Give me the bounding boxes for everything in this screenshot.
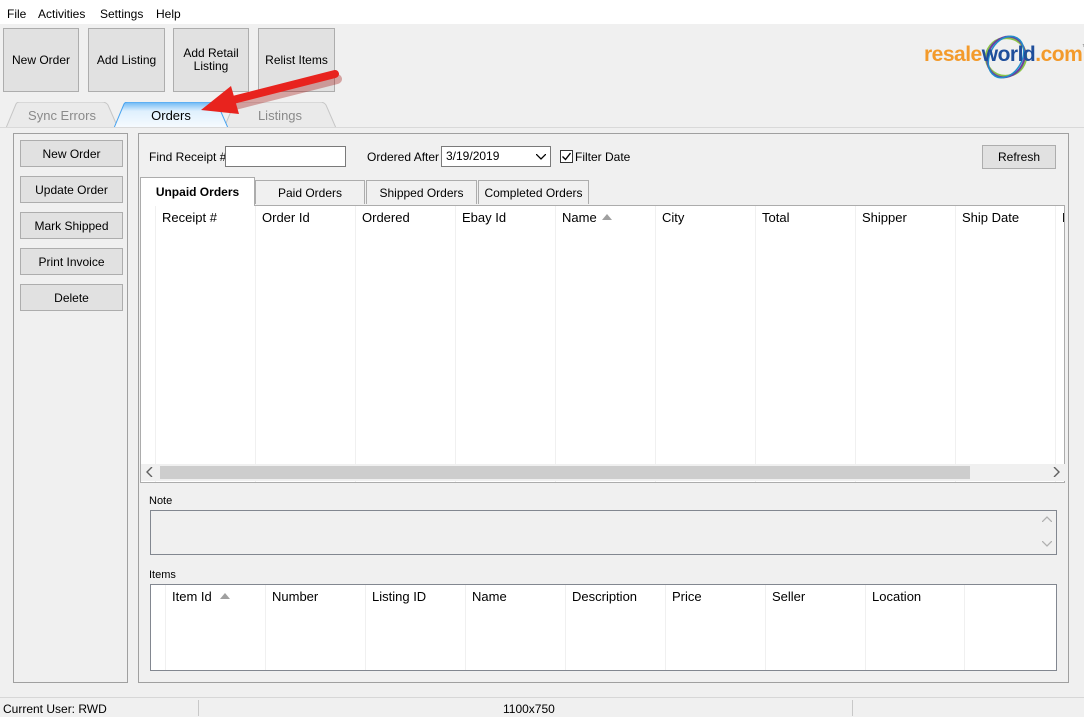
mark-shipped-button[interactable]: Mark Shipped [20,212,123,239]
column-header-e[interactable]: E [1055,206,1064,482]
status-bar: Current User: RWD 1100x750 [0,697,1084,717]
note-label: Note [149,495,173,507]
order-actions-panel: New Order Update Order Mark Shipped Prin… [13,133,128,683]
mark-shipped-button-label: Mark Shipped [34,218,109,233]
orders-grid[interactable]: Receipt # Order Id Ordered Ebay Id Name … [140,205,1065,483]
column-header-price[interactable]: Price [665,585,765,670]
column-header-number[interactable]: Number [265,585,365,670]
tab-completed-orders[interactable]: Completed Orders [478,180,589,204]
scroll-right-icon[interactable] [1052,467,1060,477]
column-header-seller[interactable]: Seller [765,585,865,670]
current-user-status: Current User: RWD [3,702,107,716]
tab-sync-errors[interactable]: Sync Errors [6,102,118,128]
tab-orders-label: Orders [151,107,191,123]
tab-shipped-orders[interactable]: Shipped Orders [366,180,477,204]
delete-button-label: Delete [54,290,89,305]
resaleworld-logo: resaleworld.com™ [924,32,1084,84]
orders-horizontal-scrollbar[interactable] [141,464,1065,481]
scroll-down-icon[interactable] [1042,541,1052,547]
tab-unpaid-orders-label: Unpaid Orders [155,185,240,199]
new-order-toolbar-button[interactable]: New Order [3,28,79,92]
update-order-button-label: Update Order [35,182,108,197]
filter-date-label: Filter Date [575,150,631,164]
delete-button[interactable]: Delete [20,284,123,311]
print-invoice-button-label: Print Invoice [38,254,105,269]
relist-items-toolbar-label: Relist Items [265,52,328,67]
new-order-button[interactable]: New Order [20,140,123,167]
new-order-button-label: New Order [42,146,101,161]
status-separator [198,700,199,716]
window-size-status: 1100x750 [503,702,555,716]
sort-ascending-icon [220,593,230,599]
ordered-after-label: Ordered After [367,150,440,164]
checkmark-icon [562,152,572,161]
column-header-item-name[interactable]: Name [465,585,565,670]
refresh-button[interactable]: Refresh [982,145,1056,169]
red-arrow-annotation [201,70,342,114]
column-header-ordered[interactable]: Ordered [355,206,455,482]
menu-file[interactable]: File [7,7,26,21]
chevron-down-icon[interactable] [536,154,546,160]
column-header-city[interactable]: City [655,206,755,482]
menu-activities[interactable]: Activities [38,7,85,21]
column-header-item-id[interactable]: Item Id [165,585,265,670]
scroll-left-icon[interactable] [146,467,154,477]
column-header-description[interactable]: Description [565,585,665,670]
items-label: Items [149,569,176,581]
new-order-toolbar-label: New Order [11,52,70,67]
ordered-after-value: 3/19/2019 [446,149,500,163]
scroll-up-icon[interactable] [1042,516,1052,522]
tab-completed-orders-label: Completed Orders [484,185,583,200]
update-order-button[interactable]: Update Order [20,176,123,203]
toolbar: New Order Add Listing Add Retail Listing… [0,24,1084,98]
column-header-ship-date[interactable]: Ship Date [955,206,1055,482]
column-header-receipt[interactable]: Receipt # [155,206,255,482]
menu-help[interactable]: Help [156,7,181,21]
column-header-listing-id[interactable]: Listing ID [365,585,465,670]
tab-unpaid-orders[interactable]: Unpaid Orders [140,177,255,206]
tab-shipped-orders-label: Shipped Orders [379,185,464,200]
print-invoice-button[interactable]: Print Invoice [20,248,123,275]
column-header-shipper[interactable]: Shipper [855,206,955,482]
logo-world-text: world [981,43,1036,66]
logo-com-text: .com [1035,43,1083,66]
refresh-button-label: Refresh [997,150,1041,164]
logo-resale-text: resale [924,43,982,66]
column-header-order-id[interactable]: Order Id [255,206,355,482]
status-separator [852,700,853,716]
column-header-total[interactable]: Total [755,206,855,482]
column-header-ebay-id[interactable]: Ebay Id [455,206,555,482]
menu-bar: File Activities Settings Help [0,0,1084,24]
add-listing-toolbar-label: Add Listing [96,52,157,67]
column-header-location[interactable]: Location [865,585,965,670]
tab-paid-orders-label: Paid Orders [277,185,343,200]
scrollbar-thumb[interactable] [160,466,970,479]
add-listing-toolbar-button[interactable]: Add Listing [88,28,165,92]
sort-ascending-icon [602,214,612,220]
filter-date-checkbox[interactable] [560,150,573,163]
tab-paid-orders[interactable]: Paid Orders [255,180,365,204]
find-receipt-input[interactable] [225,146,346,167]
tab-sync-errors-label: Sync Errors [28,107,96,123]
note-textarea[interactable] [150,510,1057,555]
items-grid[interactable]: Item Id Number Listing ID Name Descripti… [150,584,1057,671]
menu-settings[interactable]: Settings [100,7,143,21]
column-header-name[interactable]: Name [555,206,655,482]
ordered-after-date-picker[interactable]: 3/19/2019 [441,146,551,167]
find-receipt-label: Find Receipt # [149,150,227,164]
